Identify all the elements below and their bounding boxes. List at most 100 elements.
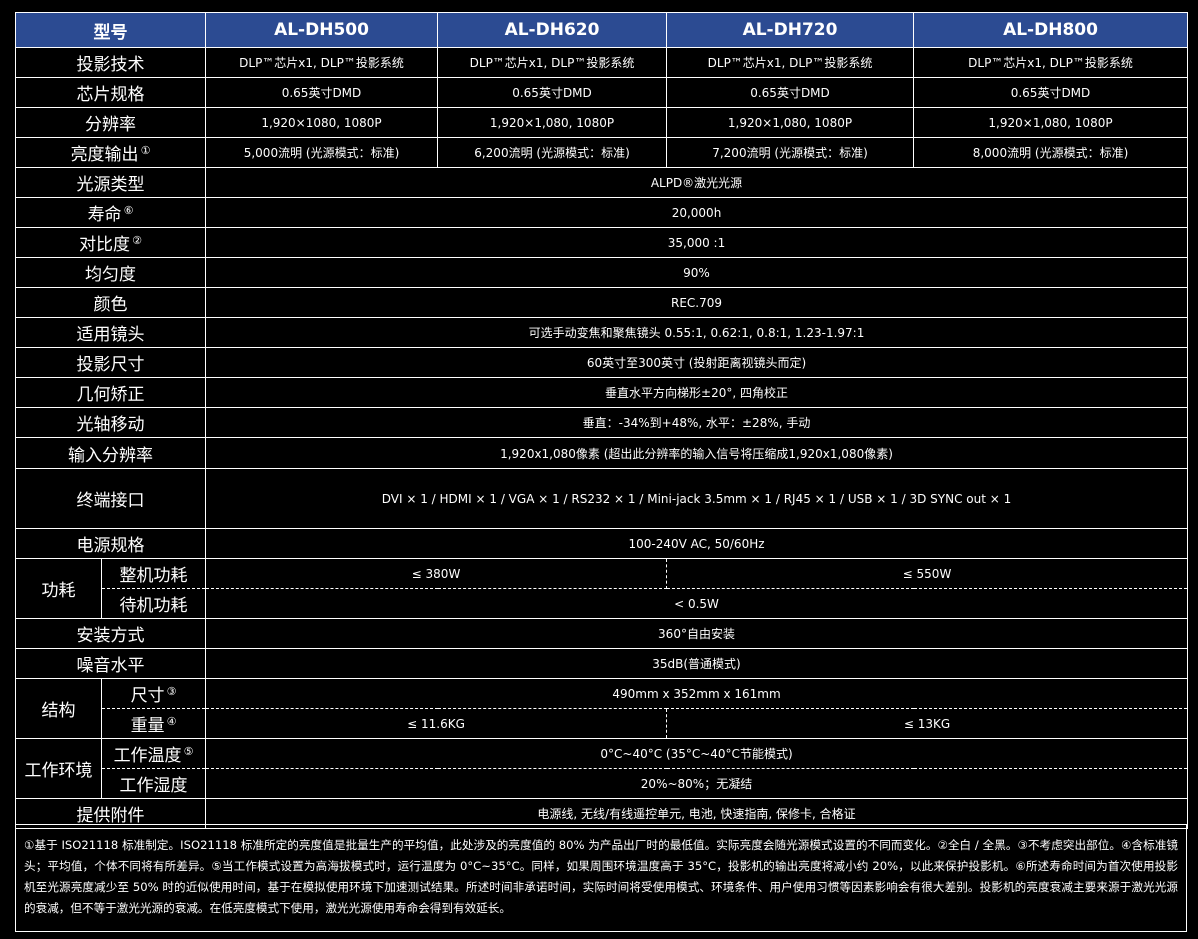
model-name: AL-DH500 [205,12,438,48]
cell-value: 20%~80%；无凝结 [205,768,1188,799]
cell-value: 490mm x 352mm x 161mm [205,678,1188,709]
cell-value: 8,000流明 (光源模式：标准) [913,137,1188,168]
sub-label: 整机功耗 [101,558,206,589]
sub-label: 尺寸 ③ [101,678,206,709]
row-structure-size: 结构 尺寸 ③ 490mm x 352mm x 161mm [15,678,1188,739]
row-projection-size: 投影尺寸 60英寸至300英寸 (投射距离视镜头而定) [15,347,1188,378]
row-label: 终端接口 [15,468,206,529]
cell-value: 0.65英寸DMD [913,77,1188,108]
cell-value: 1,920x1,080像素 (超出此分辨率的输入信号将压缩成1,920x1,08… [205,437,1188,469]
cell-value: 35,000 :1 [205,227,1188,258]
cell-value: DVI × 1 / HDMI × 1 / VGA × 1 / RS232 × 1… [205,468,1188,529]
footnote-mark: ② [132,234,142,247]
row-label: 安装方式 [15,618,206,649]
row-label: 光轴移动 [15,407,206,438]
cell-value: DLP™芯片x1, DLP™投影系统 [437,47,667,78]
cell-value: 0.65英寸DMD [437,77,667,108]
cell-value: DLP™芯片x1, DLP™投影系统 [205,47,438,78]
row-label: 分辨率 [15,107,206,138]
row-color: 颜色 REC.709 [15,287,1188,318]
cell-value: 0.65英寸DMD [205,77,438,108]
row-light-source: 光源类型 ALPD®激光光源 [15,167,1188,198]
model-name: AL-DH720 [666,12,914,48]
cell-value: < 0.5W [205,588,1188,619]
cell-value: ≤ 550W [666,558,1188,589]
row-brightness: 亮度输出 ① 5,000流明 (光源模式：标准) 6,200流明 (光源模式：标准… [15,137,1188,168]
cell-value: 0.65英寸DMD [666,77,914,108]
footnotes-box: ①基于 ISO21118 标准制定。ISO21118 标准所定的亮度值是批量生产… [15,824,1187,932]
row-label: 几何矫正 [15,377,206,408]
row-power-full: 功耗 整机功耗 ≤ 380W ≤ 550W [15,558,1188,619]
row-label: 噪音水平 [15,648,206,679]
footnote-mark: ⑤ [183,745,194,758]
row-label: 芯片规格 [15,77,206,108]
row-lens: 适用镜头 可选手动变焦和聚焦镜头 0.55:1, 0.62:1, 0.8:1, … [15,317,1188,348]
cell-value: ≤ 380W [205,558,667,589]
row-label: 对比度 ② [15,227,206,258]
sub-label: 工作湿度 [101,768,206,799]
row-power-spec: 电源规格 100-240V AC, 50/60Hz [15,528,1188,559]
row-label: 输入分辨率 [15,437,206,469]
cell-value: 0°C~40°C (35°C~40°C节能模式) [205,738,1188,769]
label-text: 寿命 [87,205,122,225]
cell-value: 1,920×1,080, 1080P [666,107,914,138]
sub-label: 工作温度 ⑤ [101,738,206,769]
group-label: 结构 [15,678,102,739]
cell-value: 35dB(普通模式) [205,648,1188,679]
row-label: 适用镜头 [15,317,206,348]
header-row: 型号 AL-DH500 AL-DH620 AL-DH720 AL-DH800 [15,12,1188,48]
footnote-mark: ④ [166,715,177,728]
footnote-mark: ⑥ [123,204,134,217]
footnote-mark: ③ [166,685,177,698]
cell-value: 可选手动变焦和聚焦镜头 0.55:1, 0.62:1, 0.8:1, 1.23-… [205,317,1188,348]
model-name: AL-DH800 [913,12,1188,48]
spec-table: 型号 AL-DH500 AL-DH620 AL-DH720 AL-DH800 投… [15,12,1188,829]
cell-value: 20,000h [205,197,1188,228]
cell-value: 60英寸至300英寸 (投射距离视镜头而定) [205,347,1188,378]
row-power-standby: 待机功耗 < 0.5W [16,588,1188,619]
row-label: 投影技术 [15,47,206,78]
cell-value: 1,920×1,080, 1080P [437,107,667,138]
row-resolution: 分辨率 1,920×1080, 1080P 1,920×1,080, 1080P… [15,107,1188,138]
cell-value: DLP™芯片x1, DLP™投影系统 [666,47,914,78]
row-uniformity: 均匀度 90% [15,257,1188,288]
footnotes-text: ①基于 ISO21118 标准制定。ISO21118 标准所定的亮度值是批量生产… [24,838,1178,915]
cell-value: 100-240V AC, 50/60Hz [205,528,1188,559]
row-input-resolution: 输入分辨率 1,920x1,080像素 (超出此分辨率的输入信号将压缩成1,92… [15,437,1188,469]
group-label: 工作环境 [15,738,102,799]
cell-value: 1,920×1,080, 1080P [913,107,1188,138]
group-label: 功耗 [15,558,102,619]
cell-value: 7,200流明 (光源模式：标准) [666,137,914,168]
cell-value: 垂直水平方向梯形±20°, 四角校正 [205,377,1188,408]
row-label: 电源规格 [15,528,206,559]
model-column-header: 型号 [15,12,206,48]
cell-value: 垂直：-34%到+48%, 水平：±28%, 手动 [205,407,1188,438]
row-terminals: 终端接口 DVI × 1 / HDMI × 1 / VGA × 1 / RS23… [15,468,1188,529]
cell-value: REC.709 [205,287,1188,318]
label-text: 亮度输出 [70,145,139,165]
cell-value: ≤ 13KG [666,708,1188,739]
model-name: AL-DH620 [437,12,667,48]
row-label: 寿命 ⑥ [15,197,206,228]
row-lens-shift: 光轴移动 垂直：-34%到+48%, 水平：±28%, 手动 [15,407,1188,438]
cell-value: ALPD®激光光源 [205,167,1188,198]
cell-value: 5,000流明 (光源模式：标准) [205,137,438,168]
cell-value: 1,920×1080, 1080P [205,107,438,138]
label-text: 重量 [130,716,165,736]
row-label: 投影尺寸 [15,347,206,378]
sub-label: 重量 ④ [101,708,206,739]
row-structure-weight: 重量 ④ ≤ 11.6KG ≤ 13KG [16,708,1188,739]
row-noise: 噪音水平 35dB(普通模式) [15,648,1188,679]
row-label: 光源类型 [15,167,206,198]
cell-value: 360°自由安装 [205,618,1188,649]
label-text: 尺寸 [130,686,165,706]
row-label: 颜色 [15,287,206,318]
row-label: 均匀度 [15,257,206,288]
label-text: 对比度 [79,235,131,255]
row-label: 亮度输出 ① [15,137,206,168]
row-env-temp: 工作环境 工作温度 ⑤ 0°C~40°C (35°C~40°C节能模式) [15,738,1188,799]
cell-value: ≤ 11.6KG [205,708,667,739]
row-lifespan: 寿命 ⑥ 20,000h [15,197,1188,228]
row-chip-spec: 芯片规格 0.65英寸DMD 0.65英寸DMD 0.65英寸DMD 0.65英… [15,77,1188,108]
row-installation: 安装方式 360°自由安装 [15,618,1188,649]
